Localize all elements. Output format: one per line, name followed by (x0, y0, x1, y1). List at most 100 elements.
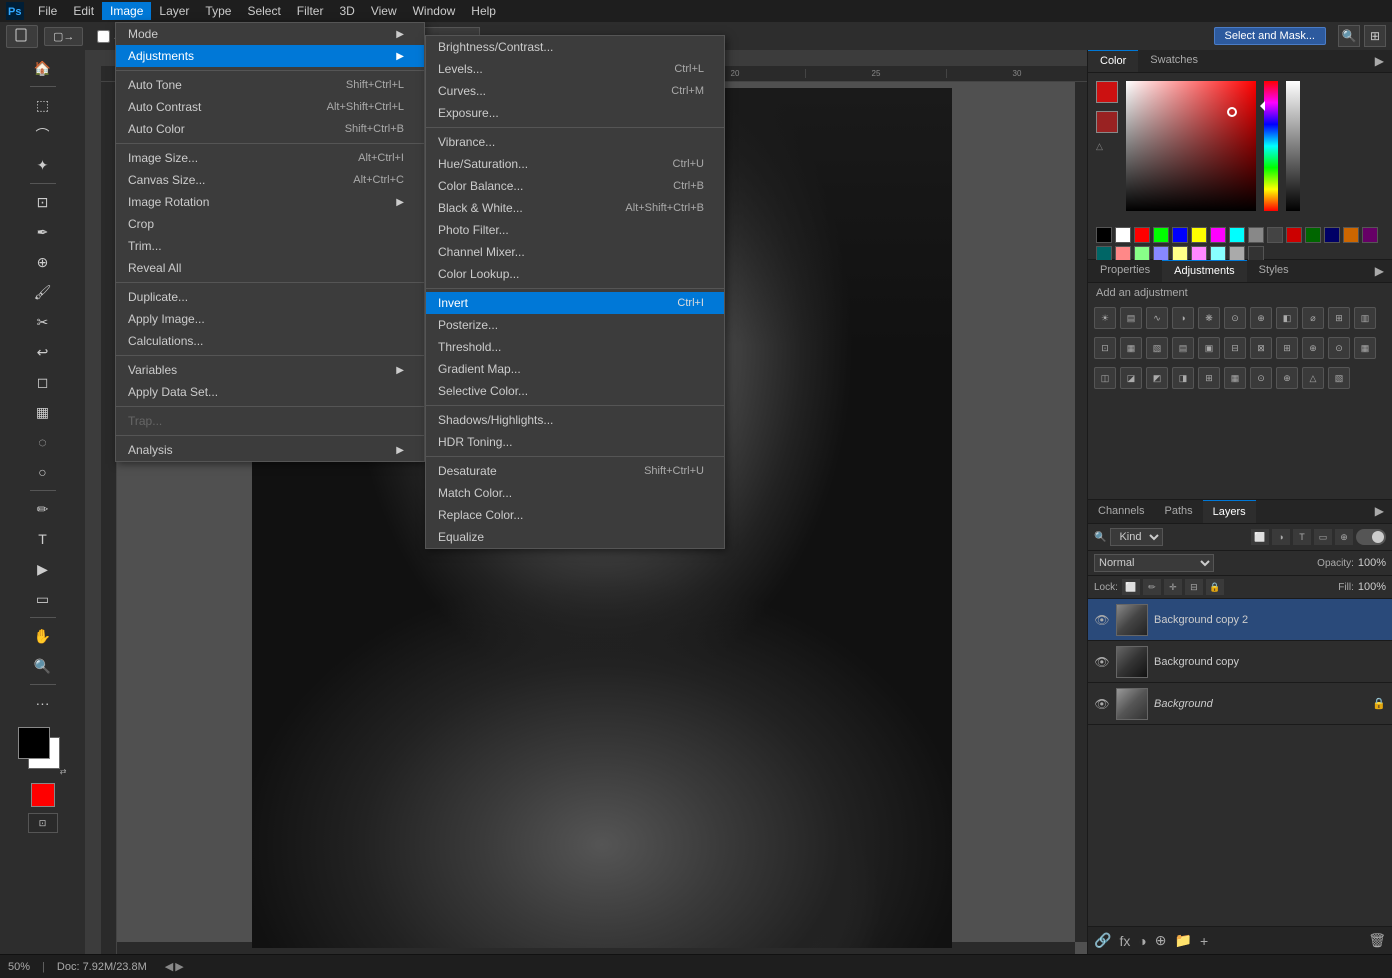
menu-image-rotation[interactable]: Image Rotation ▶ (116, 191, 424, 213)
delete-layer-icon[interactable]: 🗑 (1368, 932, 1386, 949)
hand-tool[interactable]: ✋ (28, 622, 58, 650)
fg-color[interactable] (18, 727, 50, 759)
layer-visibility-bg-copy[interactable]: 👁 (1094, 654, 1110, 670)
adj-icon-13[interactable]: ◪ (1120, 367, 1142, 389)
adj-icon-16[interactable]: ⊞ (1198, 367, 1220, 389)
eyedropper-tool[interactable]: ✒ (28, 218, 58, 246)
search-btn[interactable]: 🔍 (1338, 25, 1360, 47)
zoom-tool[interactable]: 🔍 (28, 652, 58, 680)
lock-artboard-icon[interactable]: ⊟ (1185, 579, 1203, 595)
add-fx-icon[interactable]: fx (1119, 933, 1130, 949)
adj-icon-14[interactable]: ◩ (1146, 367, 1168, 389)
select-menu-item[interactable]: Select (239, 2, 288, 20)
menu-auto-tone[interactable]: Auto Tone Shift+Ctrl+L (116, 74, 424, 96)
swatch-cell[interactable] (1096, 227, 1112, 243)
blend-mode-select[interactable]: Normal (1094, 554, 1214, 572)
layer-item-bg-copy[interactable]: 👁 Background copy (1088, 641, 1392, 683)
quick-mask-btn[interactable] (31, 783, 55, 807)
curves-adj-icon[interactable]: ∿ (1146, 307, 1168, 329)
history-tool[interactable]: ↩ (28, 338, 58, 366)
adj-desaturate[interactable]: Desaturate Shift+Ctrl+U (426, 460, 724, 482)
adj-hue-sat[interactable]: Hue/Saturation... Ctrl+U (426, 153, 724, 175)
exposure-adj-icon[interactable]: ◑ (1172, 307, 1194, 329)
swatch-cell[interactable] (1210, 227, 1226, 243)
adj-exposure[interactable]: Exposure... (426, 102, 724, 124)
color-spectrum-bar[interactable] (1264, 81, 1278, 211)
adj-shadows-highlights[interactable]: Shadows/Highlights... (426, 409, 724, 431)
swatch-cell[interactable] (1267, 227, 1283, 243)
adj-channel-mixer[interactable]: Channel Mixer... (426, 241, 724, 263)
crop-tool[interactable]: ⊡ (28, 188, 58, 216)
menu-variables[interactable]: Variables ▶ (116, 359, 424, 381)
add-adj-icon[interactable]: ⊕ (1155, 932, 1167, 949)
adj-icon-18[interactable]: ⊙ (1250, 367, 1272, 389)
layer-filter-select[interactable]: Kind (1110, 528, 1163, 546)
hue-adj-icon[interactable]: ⊙ (1224, 307, 1246, 329)
workspace-btn[interactable]: ⊞ (1364, 25, 1386, 47)
3d-menu-item[interactable]: 3D (331, 2, 362, 20)
adj-selective-color[interactable]: Selective Color... (426, 380, 724, 402)
filter-menu-item[interactable]: Filter (289, 2, 332, 20)
swatch-cell[interactable] (1305, 227, 1321, 243)
swatch-cell[interactable] (1324, 227, 1340, 243)
link-layers-icon[interactable]: 🔗 (1094, 932, 1111, 949)
color-bal-icon[interactable]: ⊕ (1250, 307, 1272, 329)
lasso-tool[interactable]: ⌒ (28, 121, 58, 149)
adj-invert[interactable]: Invert Ctrl+I (426, 292, 724, 314)
color-panel-menu[interactable]: ▶ (1367, 50, 1392, 72)
shape-tool[interactable]: ▭ (28, 585, 58, 613)
magic-wand-tool[interactable]: ✦ (28, 151, 58, 179)
layer-item-bg[interactable]: 👁 Background 🔒 (1088, 683, 1392, 725)
menu-reveal-all[interactable]: Reveal All (116, 257, 424, 279)
adj-photo-filter[interactable]: Photo Filter... (426, 219, 724, 241)
bw-adj-icon[interactable]: ◧ (1276, 307, 1298, 329)
image-menu-item[interactable]: Image (102, 2, 151, 20)
lock-all-icon[interactable]: 🔒 (1206, 579, 1224, 595)
menu-image-size[interactable]: Image Size... Alt+Ctrl+I (116, 147, 424, 169)
swap-colors[interactable]: ⇄ (59, 767, 68, 777)
window-menu-item[interactable]: Window (405, 2, 464, 20)
more-tools[interactable]: ··· (28, 689, 58, 717)
menu-calculations[interactable]: Calculations... (116, 330, 424, 352)
threshold-adj-icon[interactable]: ▧ (1146, 337, 1168, 359)
menu-apply-data-set[interactable]: Apply Data Set... (116, 381, 424, 403)
swatch-cell[interactable] (1191, 227, 1207, 243)
gradient-map-icon[interactable]: ▤ (1172, 337, 1194, 359)
lock-pixels-icon[interactable]: ✏ (1143, 579, 1161, 595)
adj-icon-8[interactable]: ⊞ (1276, 337, 1298, 359)
adj-color-balance[interactable]: Color Balance... Ctrl+B (426, 175, 724, 197)
layer-filter-adj[interactable]: ◑ (1272, 529, 1290, 545)
posterize-adj-icon[interactable]: ▦ (1120, 337, 1142, 359)
swatches-tab[interactable]: Swatches (1138, 50, 1210, 72)
new-layer-icon[interactable]: + (1200, 933, 1208, 949)
layer-item-bg-copy-2[interactable]: 👁 Background copy 2 (1088, 599, 1392, 641)
adj-icon-21[interactable]: ▧ (1328, 367, 1350, 389)
menu-canvas-size[interactable]: Canvas Size... Alt+Ctrl+C (116, 169, 424, 191)
swatch-cell[interactable] (1343, 227, 1359, 243)
menu-adjustments[interactable]: Adjustments ▶ (116, 45, 424, 67)
color-lookup-icon[interactable]: ▥ (1354, 307, 1376, 329)
adj-hdr-toning[interactable]: HDR Toning... (426, 431, 724, 453)
adj-icon-12[interactable]: ◫ (1094, 367, 1116, 389)
view-menu-item[interactable]: View (363, 2, 405, 20)
layer-visibility-bg-copy-2[interactable]: 👁 (1094, 612, 1110, 628)
help-menu-item[interactable]: Help (463, 2, 504, 20)
brightness-bar[interactable] (1286, 81, 1300, 211)
menu-auto-contrast[interactable]: Auto Contrast Alt+Shift+Ctrl+L (116, 96, 424, 118)
blur-tool[interactable]: ◌ (28, 428, 58, 456)
levels-adj-icon[interactable]: ▤ (1120, 307, 1142, 329)
adj-black-white[interactable]: Black & White... Alt+Shift+Ctrl+B (426, 197, 724, 219)
styles-tab[interactable]: Styles (1247, 260, 1301, 282)
properties-tab[interactable]: Properties (1088, 260, 1162, 282)
adj-match-color[interactable]: Match Color... (426, 482, 724, 504)
path-select-tool[interactable]: ▶ (28, 555, 58, 583)
screen-mode-btn[interactable]: ⊡ (28, 813, 58, 833)
adj-curves[interactable]: Curves... Ctrl+M (426, 80, 724, 102)
type-menu-item[interactable]: Type (197, 2, 239, 20)
menu-mode[interactable]: Mode ▶ (116, 23, 424, 45)
select-tool[interactable]: ⬚ (28, 91, 58, 119)
adj-icon-15[interactable]: ◨ (1172, 367, 1194, 389)
status-next[interactable]: ▶ (175, 960, 183, 973)
color-picker-widget[interactable]: ⇄ (18, 727, 68, 777)
eraser-tool[interactable]: ◻ (28, 368, 58, 396)
